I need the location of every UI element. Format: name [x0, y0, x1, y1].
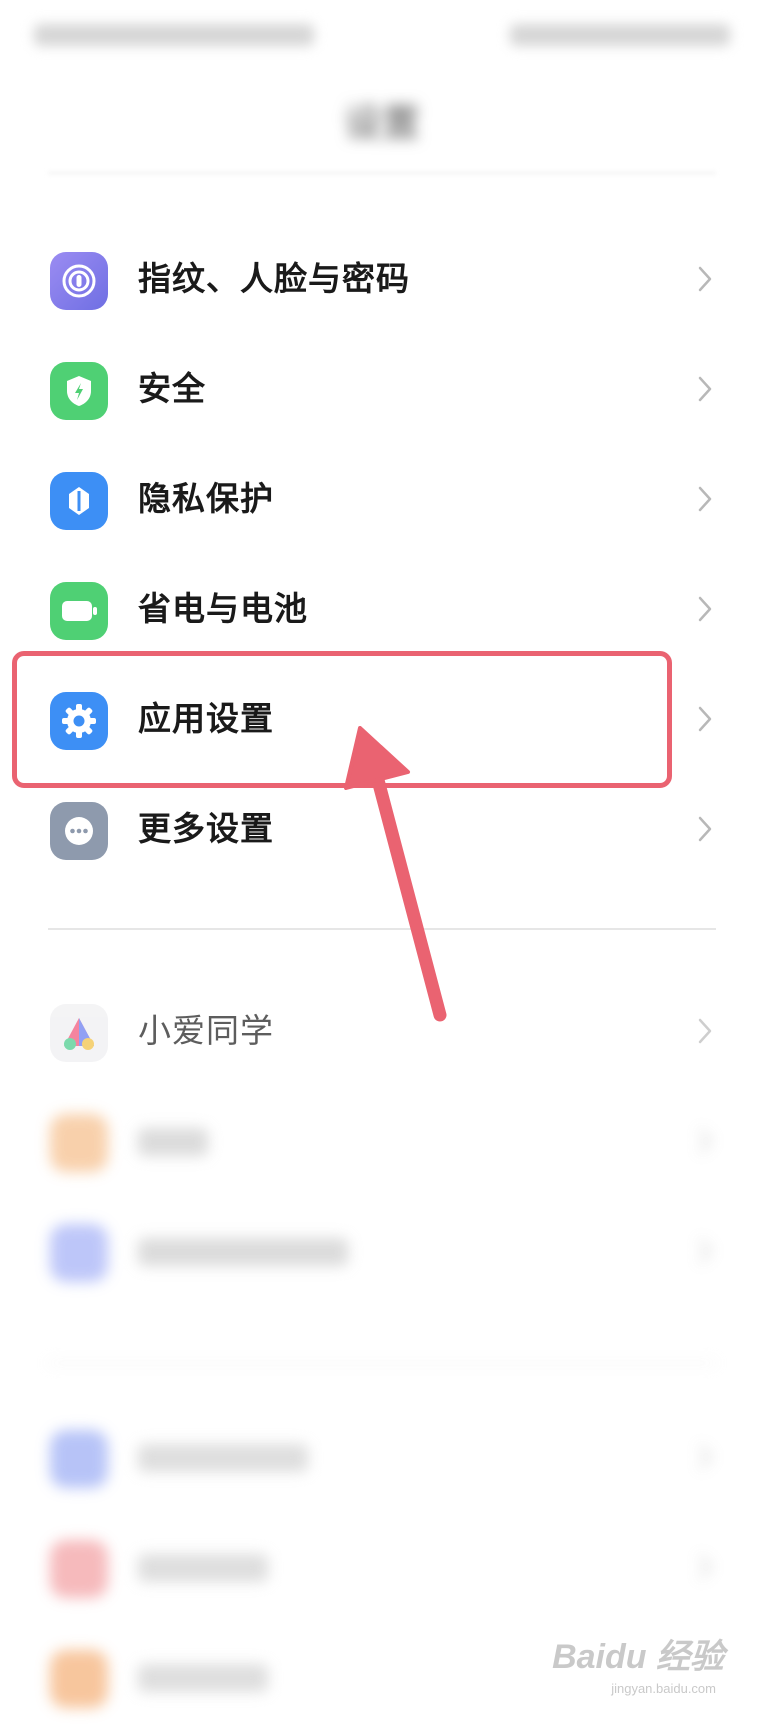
title-divider [48, 172, 716, 174]
settings-item-label: 隐私保护 [138, 480, 274, 517]
settings-item-more-settings[interactable]: 更多设置 [0, 774, 764, 884]
status-bar-right [510, 24, 730, 46]
settings-item-xiaoai[interactable]: 小爱同学 [0, 976, 764, 1086]
blurred-label [138, 1238, 348, 1266]
status-bar [0, 0, 764, 70]
chevron-right-icon [699, 1445, 712, 1469]
highlight-box [12, 651, 672, 788]
privacy-icon [50, 472, 108, 530]
section-divider [48, 1362, 716, 1364]
health-icon [50, 1650, 108, 1708]
account-icon [50, 1224, 108, 1282]
settings-item-blurred[interactable] [0, 1512, 764, 1622]
settings-item-security[interactable]: 安全 [0, 334, 764, 444]
status-bar-left [34, 24, 314, 46]
security-shield-icon [50, 362, 108, 420]
settings-item-blurred[interactable] [0, 1196, 764, 1306]
settings-item-privacy[interactable]: 隐私保护 [0, 444, 764, 554]
more-dots-icon [50, 802, 108, 860]
settings-item-label: 指纹、人脸与密码 [138, 260, 410, 297]
chevron-right-icon [698, 376, 712, 402]
section-divider [48, 928, 716, 930]
chevron-right-icon [698, 706, 712, 732]
settings-item-blurred[interactable] [0, 1086, 764, 1196]
chevron-right-icon [698, 816, 712, 842]
blurred-label [138, 1444, 308, 1472]
chevron-right-icon [698, 266, 712, 292]
chevron-right-icon [698, 596, 712, 622]
settings-item-fingerprint-face-password[interactable]: 指纹、人脸与密码 [0, 224, 764, 334]
chevron-right-icon [698, 486, 712, 512]
blurred-label [138, 1128, 208, 1156]
settings-item-label: 省电与电池 [138, 590, 308, 627]
page-title: 设置 [343, 103, 420, 145]
wallet-icon [50, 1114, 108, 1172]
blurred-label [138, 1554, 268, 1582]
chevron-right-icon [699, 1239, 712, 1263]
chevron-right-icon [699, 1555, 712, 1579]
watermark-logo: Baidu 经验 [552, 1638, 724, 1676]
chevron-right-icon [698, 1018, 712, 1044]
battery-icon [50, 582, 108, 640]
fingerprint-icon [50, 252, 108, 310]
feedback-icon [50, 1540, 108, 1598]
xiaoai-icon [50, 1004, 108, 1062]
settings-item-label: 小爱同学 [138, 1012, 274, 1049]
blurred-label [138, 1664, 268, 1692]
settings-item-blurred[interactable] [0, 1402, 764, 1512]
chevron-right-icon [699, 1129, 712, 1153]
watermark-url: jingyan.baidu.com [611, 1681, 716, 1696]
settings-item-battery[interactable]: 省电与电池 [0, 554, 764, 664]
settings-item-label: 安全 [138, 370, 206, 407]
settings-item-label: 更多设置 [138, 810, 274, 847]
cloud-icon [50, 1430, 108, 1488]
